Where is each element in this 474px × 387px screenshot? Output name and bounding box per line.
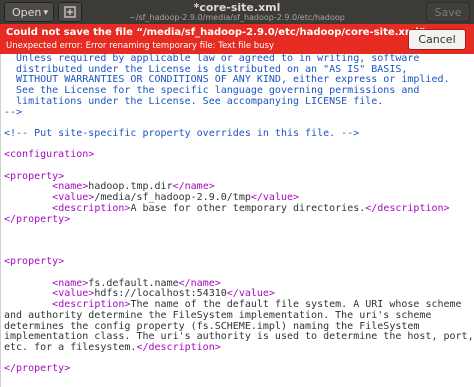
description-line: determines the config property (fs.SCHEM… <box>4 320 420 332</box>
property-close-tag: </property> <box>4 213 71 225</box>
name-open-tag: <name> <box>52 181 89 193</box>
property-open-tag: <property> <box>4 170 65 182</box>
description-close-tag: </description> <box>136 341 221 353</box>
description-open-tag: <description> <box>52 202 131 214</box>
license-comment-end: --> <box>4 106 23 118</box>
error-infobar: Could not save the file “/media/sf_hadoo… <box>0 24 474 54</box>
license-comment-line: distributed under the License is distrib… <box>4 63 408 75</box>
description-close-tag: </description> <box>365 202 450 214</box>
property-name: fs.default.name <box>88 277 179 289</box>
code-view: Unless required by applicable law or agr… <box>4 54 474 375</box>
value-close-tag: </value> <box>250 192 300 204</box>
license-comment-line: See the License for the specific languag… <box>4 85 420 97</box>
license-comment-line: limitations under the License. See accom… <box>4 95 384 107</box>
property-open-tag: <property> <box>4 256 65 268</box>
text-editor[interactable]: Unless required by applicable law or agr… <box>0 54 474 387</box>
license-comment-line: WITHOUT WARRANTIES OR CONDITIONS OF ANY … <box>4 74 450 86</box>
error-title: Could not save the file “/media/sf_hadoo… <box>6 27 430 38</box>
window-subtitle: ~/sf_hadoop-2.9.0/media/sf_hadoop-2.9.0/… <box>129 13 345 22</box>
property-name: hadoop.tmp.dir <box>88 181 173 193</box>
editor-left-border <box>0 54 1 387</box>
property-value: /media/sf_hadoop-2.9.0/tmp <box>94 192 251 204</box>
description-line: and authority determine the FileSystem i… <box>4 309 432 321</box>
description-line: etc. for a filesystem. <box>4 341 137 353</box>
value-open-tag: <value> <box>52 288 95 300</box>
cancel-button[interactable]: Cancel <box>408 29 466 50</box>
error-detail: Unexpected error: Error renaming tempora… <box>6 41 275 51</box>
value-open-tag: <value> <box>52 192 95 204</box>
property-description: A base for other temporary directories. <box>130 202 366 214</box>
name-open-tag: <name> <box>52 277 89 289</box>
description-line: implementation class. The uri's authorit… <box>4 331 474 343</box>
name-close-tag: </name> <box>178 277 221 289</box>
license-comment-line: Unless required by applicable law or agr… <box>4 54 420 64</box>
value-close-tag: </value> <box>226 288 275 300</box>
name-close-tag: </name> <box>172 181 215 193</box>
property-close-tag: </property> <box>4 363 71 375</box>
description-line: The name of the default file system. A U… <box>130 299 462 311</box>
site-comment: <!-- Put site-specific property override… <box>4 127 360 139</box>
configuration-open-tag: <configuration> <box>4 149 95 161</box>
description-open-tag: <description> <box>52 299 131 311</box>
save-button[interactable]: Save <box>426 2 470 22</box>
property-value: hdfs://localhost:54310 <box>94 288 227 300</box>
header-bar: Open ▾ *core-site.xml ~/sf_hadoop-2.9.0/… <box>0 0 474 24</box>
